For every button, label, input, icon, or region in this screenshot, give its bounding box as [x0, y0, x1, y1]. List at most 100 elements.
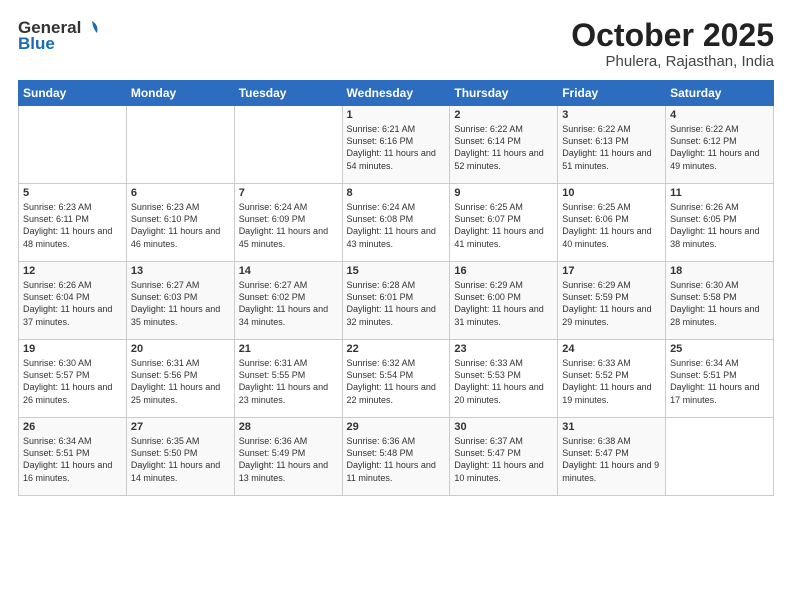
cell-w5-d5: 31 Sunrise: 6:38 AMSunset: 5:47 PMDaylig…: [558, 418, 666, 496]
day-number: 31: [562, 421, 661, 433]
day-number: 22: [347, 343, 446, 355]
cell-w2-d1: 6 Sunrise: 6:23 AMSunset: 6:10 PMDayligh…: [126, 184, 234, 262]
cell-w3-d0: 12 Sunrise: 6:26 AMSunset: 6:04 PMDaylig…: [19, 262, 127, 340]
cell-w5-d3: 29 Sunrise: 6:36 AMSunset: 5:48 PMDaylig…: [342, 418, 450, 496]
cell-w4-d1: 20 Sunrise: 6:31 AMSunset: 5:56 PMDaylig…: [126, 340, 234, 418]
cell-info: Sunrise: 6:34 AMSunset: 5:51 PMDaylight:…: [23, 435, 122, 484]
cell-w4-d5: 24 Sunrise: 6:33 AMSunset: 5:52 PMDaylig…: [558, 340, 666, 418]
cell-w4-d6: 25 Sunrise: 6:34 AMSunset: 5:51 PMDaylig…: [666, 340, 774, 418]
logo: General Blue: [18, 18, 101, 54]
cell-w1-d5: 3 Sunrise: 6:22 AMSunset: 6:13 PMDayligh…: [558, 106, 666, 184]
title-area: October 2025 Phulera, Rajasthan, India: [571, 18, 774, 70]
day-number: 13: [131, 265, 230, 277]
cell-w3-d4: 16 Sunrise: 6:29 AMSunset: 6:00 PMDaylig…: [450, 262, 558, 340]
cell-info: Sunrise: 6:38 AMSunset: 5:47 PMDaylight:…: [562, 435, 661, 484]
day-number: 27: [131, 421, 230, 433]
day-number: 11: [670, 187, 769, 199]
day-number: 6: [131, 187, 230, 199]
day-number: 23: [454, 343, 553, 355]
col-wednesday: Wednesday: [342, 81, 450, 106]
col-tuesday: Tuesday: [234, 81, 342, 106]
day-number: 1: [347, 109, 446, 121]
cell-w2-d6: 11 Sunrise: 6:26 AMSunset: 6:05 PMDaylig…: [666, 184, 774, 262]
day-number: 12: [23, 265, 122, 277]
cell-w3-d3: 15 Sunrise: 6:28 AMSunset: 6:01 PMDaylig…: [342, 262, 450, 340]
header-row: Sunday Monday Tuesday Wednesday Thursday…: [19, 81, 774, 106]
day-number: 10: [562, 187, 661, 199]
cell-info: Sunrise: 6:27 AMSunset: 6:03 PMDaylight:…: [131, 279, 230, 328]
day-number: 14: [239, 265, 338, 277]
cell-w3-d6: 18 Sunrise: 6:30 AMSunset: 5:58 PMDaylig…: [666, 262, 774, 340]
week-row-3: 12 Sunrise: 6:26 AMSunset: 6:04 PMDaylig…: [19, 262, 774, 340]
day-number: 26: [23, 421, 122, 433]
cell-info: Sunrise: 6:35 AMSunset: 5:50 PMDaylight:…: [131, 435, 230, 484]
cell-w4-d2: 21 Sunrise: 6:31 AMSunset: 5:55 PMDaylig…: [234, 340, 342, 418]
cell-info: Sunrise: 6:36 AMSunset: 5:48 PMDaylight:…: [347, 435, 446, 484]
col-sunday: Sunday: [19, 81, 127, 106]
day-number: 9: [454, 187, 553, 199]
cell-info: Sunrise: 6:22 AMSunset: 6:14 PMDaylight:…: [454, 123, 553, 172]
cell-info: Sunrise: 6:31 AMSunset: 5:55 PMDaylight:…: [239, 357, 338, 406]
month-title: October 2025: [571, 18, 774, 53]
cell-w5-d0: 26 Sunrise: 6:34 AMSunset: 5:51 PMDaylig…: [19, 418, 127, 496]
day-number: 2: [454, 109, 553, 121]
day-number: 21: [239, 343, 338, 355]
logo-blue: Blue: [18, 34, 55, 54]
cell-w2-d3: 8 Sunrise: 6:24 AMSunset: 6:08 PMDayligh…: [342, 184, 450, 262]
cell-info: Sunrise: 6:26 AMSunset: 6:04 PMDaylight:…: [23, 279, 122, 328]
cell-info: Sunrise: 6:29 AMSunset: 6:00 PMDaylight:…: [454, 279, 553, 328]
day-number: 20: [131, 343, 230, 355]
cell-w5-d1: 27 Sunrise: 6:35 AMSunset: 5:50 PMDaylig…: [126, 418, 234, 496]
day-number: 4: [670, 109, 769, 121]
calendar-table: Sunday Monday Tuesday Wednesday Thursday…: [18, 80, 774, 496]
day-number: 7: [239, 187, 338, 199]
week-row-5: 26 Sunrise: 6:34 AMSunset: 5:51 PMDaylig…: [19, 418, 774, 496]
cell-w2-d0: 5 Sunrise: 6:23 AMSunset: 6:11 PMDayligh…: [19, 184, 127, 262]
cell-info: Sunrise: 6:26 AMSunset: 6:05 PMDaylight:…: [670, 201, 769, 250]
col-thursday: Thursday: [450, 81, 558, 106]
cell-info: Sunrise: 6:23 AMSunset: 6:10 PMDaylight:…: [131, 201, 230, 250]
cell-w2-d5: 10 Sunrise: 6:25 AMSunset: 6:06 PMDaylig…: [558, 184, 666, 262]
day-number: 29: [347, 421, 446, 433]
cell-w4-d3: 22 Sunrise: 6:32 AMSunset: 5:54 PMDaylig…: [342, 340, 450, 418]
cell-w5-d4: 30 Sunrise: 6:37 AMSunset: 5:47 PMDaylig…: [450, 418, 558, 496]
logo-swoosh-icon: [83, 19, 101, 37]
col-monday: Monday: [126, 81, 234, 106]
cell-info: Sunrise: 6:28 AMSunset: 6:01 PMDaylight:…: [347, 279, 446, 328]
day-number: 30: [454, 421, 553, 433]
cell-info: Sunrise: 6:30 AMSunset: 5:58 PMDaylight:…: [670, 279, 769, 328]
day-number: 24: [562, 343, 661, 355]
cell-w1-d3: 1 Sunrise: 6:21 AMSunset: 6:16 PMDayligh…: [342, 106, 450, 184]
day-number: 19: [23, 343, 122, 355]
cell-info: Sunrise: 6:23 AMSunset: 6:11 PMDaylight:…: [23, 201, 122, 250]
cell-info: Sunrise: 6:30 AMSunset: 5:57 PMDaylight:…: [23, 357, 122, 406]
cell-w5-d2: 28 Sunrise: 6:36 AMSunset: 5:49 PMDaylig…: [234, 418, 342, 496]
cell-info: Sunrise: 6:24 AMSunset: 6:09 PMDaylight:…: [239, 201, 338, 250]
day-number: 17: [562, 265, 661, 277]
cell-info: Sunrise: 6:22 AMSunset: 6:12 PMDaylight:…: [670, 123, 769, 172]
cell-info: Sunrise: 6:36 AMSunset: 5:49 PMDaylight:…: [239, 435, 338, 484]
header: General Blue October 2025 Phulera, Rajas…: [18, 18, 774, 70]
day-number: 15: [347, 265, 446, 277]
cell-info: Sunrise: 6:27 AMSunset: 6:02 PMDaylight:…: [239, 279, 338, 328]
day-number: 28: [239, 421, 338, 433]
cell-info: Sunrise: 6:29 AMSunset: 5:59 PMDaylight:…: [562, 279, 661, 328]
cell-w1-d1: [126, 106, 234, 184]
week-row-4: 19 Sunrise: 6:30 AMSunset: 5:57 PMDaylig…: [19, 340, 774, 418]
calendar-page: General Blue October 2025 Phulera, Rajas…: [0, 0, 792, 612]
day-number: 8: [347, 187, 446, 199]
day-number: 3: [562, 109, 661, 121]
cell-w3-d5: 17 Sunrise: 6:29 AMSunset: 5:59 PMDaylig…: [558, 262, 666, 340]
day-number: 25: [670, 343, 769, 355]
week-row-1: 1 Sunrise: 6:21 AMSunset: 6:16 PMDayligh…: [19, 106, 774, 184]
day-number: 16: [454, 265, 553, 277]
cell-info: Sunrise: 6:33 AMSunset: 5:53 PMDaylight:…: [454, 357, 553, 406]
day-number: 5: [23, 187, 122, 199]
cell-w2-d4: 9 Sunrise: 6:25 AMSunset: 6:07 PMDayligh…: [450, 184, 558, 262]
cell-w4-d0: 19 Sunrise: 6:30 AMSunset: 5:57 PMDaylig…: [19, 340, 127, 418]
cell-info: Sunrise: 6:25 AMSunset: 6:06 PMDaylight:…: [562, 201, 661, 250]
cell-w2-d2: 7 Sunrise: 6:24 AMSunset: 6:09 PMDayligh…: [234, 184, 342, 262]
day-number: 18: [670, 265, 769, 277]
cell-w1-d6: 4 Sunrise: 6:22 AMSunset: 6:12 PMDayligh…: [666, 106, 774, 184]
cell-info: Sunrise: 6:24 AMSunset: 6:08 PMDaylight:…: [347, 201, 446, 250]
